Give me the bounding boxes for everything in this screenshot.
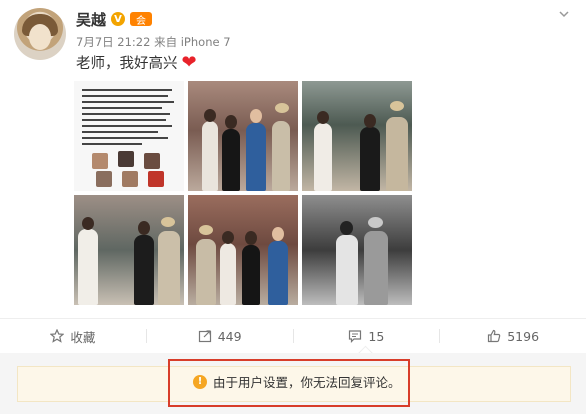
chevron-down-icon[interactable]: [558, 8, 570, 20]
photo-thumbnail[interactable]: [302, 81, 412, 191]
thumbs-up-icon: [487, 329, 501, 343]
star-icon: [50, 329, 65, 343]
photo-thumbnail[interactable]: [188, 195, 298, 305]
photo-thumbnail[interactable]: [188, 81, 298, 191]
like-button[interactable]: 5196: [440, 319, 586, 353]
comment-icon: [348, 329, 362, 343]
photo-grid: [74, 81, 412, 305]
forward-icon: [198, 329, 212, 343]
like-count: 5196: [507, 328, 540, 344]
warning-icon: !: [193, 374, 207, 389]
member-icon[interactable]: 会: [130, 12, 153, 27]
notice-text: 由于用户设置，你无法回复评论。: [213, 375, 401, 390]
photo-thumbnail[interactable]: [74, 195, 184, 305]
forward-button[interactable]: 449: [147, 319, 293, 353]
avatar[interactable]: [14, 8, 66, 60]
forward-count: 449: [217, 328, 242, 344]
post-content: 老师，我好高兴 ❤: [76, 52, 197, 73]
notice: ! 由于用户设置，你无法回复评论。: [193, 372, 401, 391]
post-text: 老师，我好高兴: [76, 56, 178, 72]
post-meta[interactable]: 7月7日 21:22 来自 iPhone 7: [76, 34, 231, 50]
comment-count: 15: [368, 328, 385, 344]
photo-thumbnail[interactable]: [74, 81, 184, 191]
name-row: 吴越 V 会: [76, 9, 153, 30]
heart-icon: ❤: [181, 51, 197, 73]
favorite-button[interactable]: 收藏: [0, 319, 146, 353]
verified-icon: V: [111, 12, 126, 26]
photo-thumbnail[interactable]: [302, 195, 412, 305]
username[interactable]: 吴越: [76, 9, 106, 30]
avatar-face: [29, 24, 51, 50]
action-bar: 收藏 449 15 5196: [0, 318, 586, 362]
favorite-label: 收藏: [70, 329, 96, 345]
comment-button[interactable]: 15: [294, 319, 440, 362]
